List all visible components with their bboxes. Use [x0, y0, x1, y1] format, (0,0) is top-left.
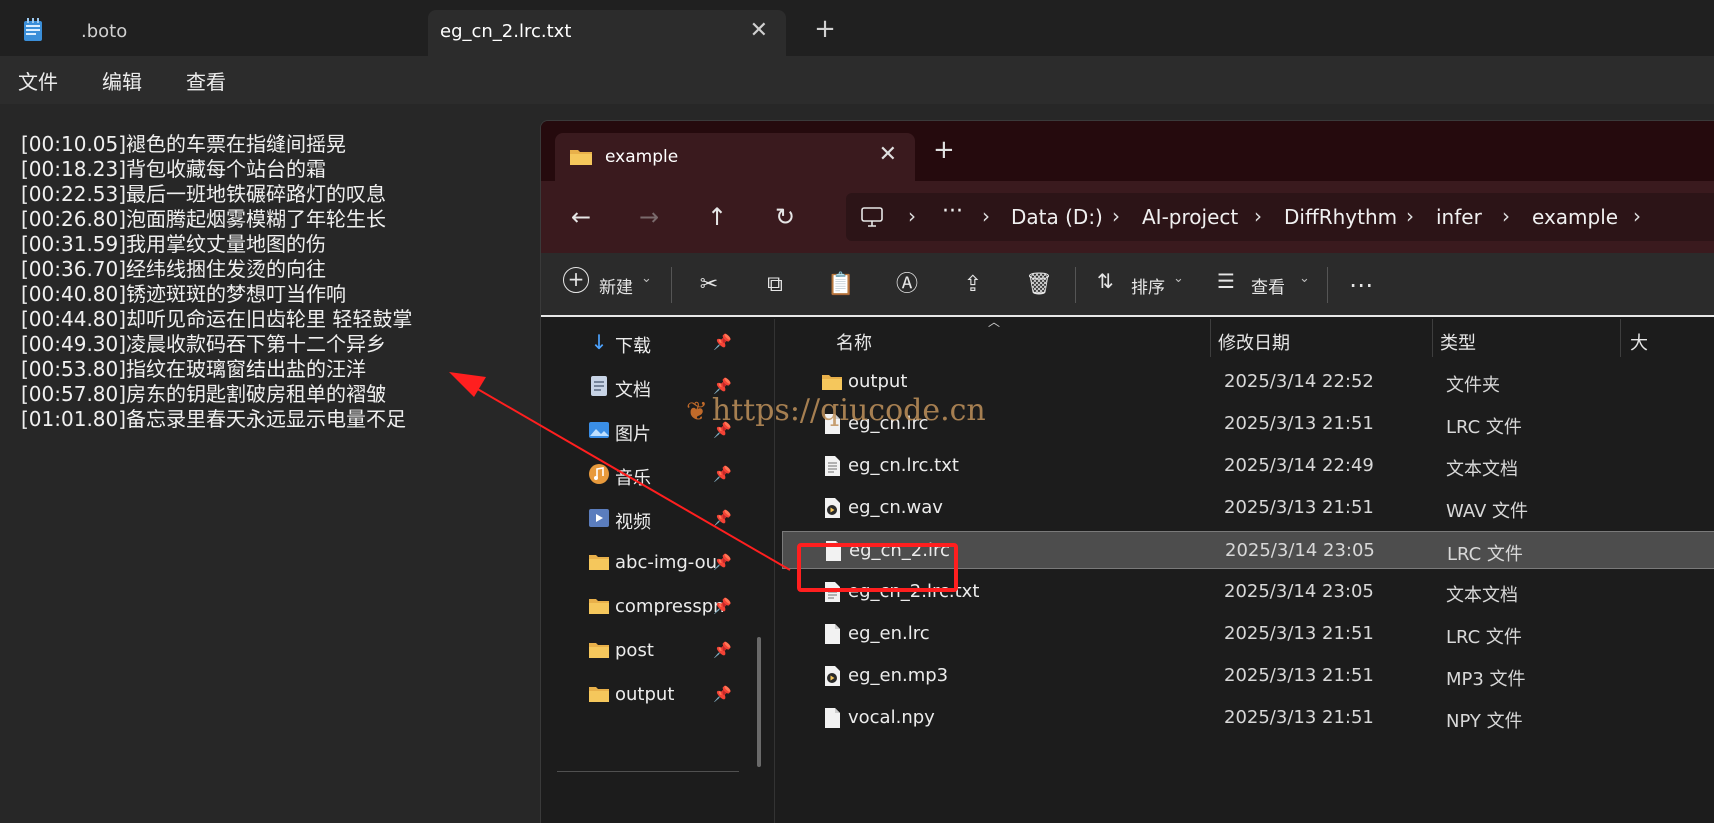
watermark: ❦ https://qiucode.cn — [686, 393, 986, 428]
leaf-icon: ❦ — [686, 397, 708, 427]
watermark-text: https://qiucode.cn — [711, 393, 986, 428]
highlight-box — [797, 543, 958, 592]
